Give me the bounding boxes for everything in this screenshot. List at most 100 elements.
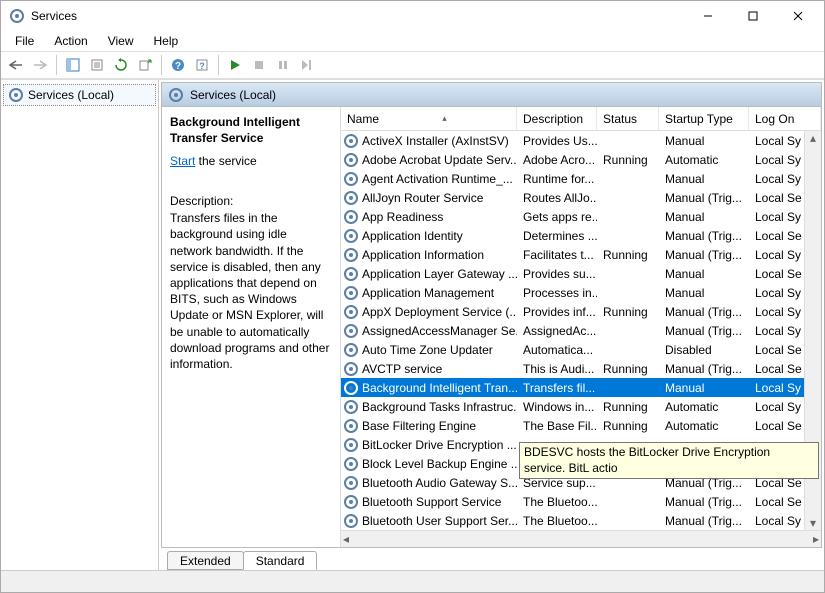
gear-icon — [343, 323, 359, 339]
table-row[interactable]: Application Layer Gateway ...Provides su… — [341, 264, 821, 283]
menu-view[interactable]: View — [98, 32, 144, 50]
cell-status: Running — [597, 400, 659, 414]
cell-description: Transfers fil... — [517, 381, 597, 395]
minimize-button[interactable] — [685, 2, 730, 31]
menu-action[interactable]: Action — [44, 32, 97, 50]
gear-icon — [343, 266, 359, 282]
cell-name: Application Layer Gateway ... — [362, 267, 517, 281]
cell-startup: Manual — [659, 381, 749, 395]
show-hide-tree-button[interactable] — [62, 54, 84, 76]
pause-service-button[interactable] — [272, 54, 294, 76]
gear-icon — [343, 152, 359, 168]
separator — [161, 55, 162, 75]
table-row[interactable]: Application ManagementProcesses in...Man… — [341, 283, 821, 302]
cell-name: Background Intelligent Tran... — [362, 381, 517, 395]
export-list-button[interactable] — [134, 54, 156, 76]
panel-body: Background Intelligent Transfer Service … — [162, 107, 821, 547]
table-row[interactable]: Application InformationFacilitates t...R… — [341, 245, 821, 264]
gear-icon — [343, 456, 359, 472]
cell-description: Provides Us... — [517, 134, 597, 148]
help-topic-button[interactable]: ? — [191, 54, 213, 76]
gear-icon — [343, 437, 359, 453]
cell-description: The Bluetoo... — [517, 495, 597, 509]
maximize-button[interactable] — [730, 2, 775, 31]
column-header-description[interactable]: Description — [517, 107, 597, 130]
refresh-button[interactable] — [110, 54, 132, 76]
table-row[interactable]: Agent Activation Runtime_...Runtime for.… — [341, 169, 821, 188]
table-row[interactable]: Bluetooth User Support Ser...The Bluetoo… — [341, 511, 821, 530]
table-row[interactable]: Auto Time Zone UpdaterAutomatica...Disab… — [341, 340, 821, 359]
cell-description: Determines ... — [517, 229, 597, 243]
table-row[interactable]: App ReadinessGets apps re...ManualLocal … — [341, 207, 821, 226]
start-service-button[interactable] — [224, 54, 246, 76]
window-title: Services — [25, 9, 685, 23]
cell-startup: Manual — [659, 210, 749, 224]
horizontal-scrollbar[interactable]: ◂▸ — [341, 530, 821, 547]
statusbar — [1, 570, 824, 592]
svg-text:?: ? — [175, 61, 181, 72]
menu-help[interactable]: Help — [144, 32, 189, 50]
cell-status: Running — [597, 362, 659, 376]
table-row[interactable]: Background Intelligent Tran...Transfers … — [341, 378, 821, 397]
table-row[interactable]: Application IdentityDetermines ...Manual… — [341, 226, 821, 245]
table-row[interactable]: ActiveX Installer (AxInstSV) Provides Us.… — [341, 131, 821, 150]
scroll-right-icon: ▸ — [813, 532, 819, 546]
tooltip: BDESVC hosts the BitLocker Drive Encrypt… — [519, 442, 819, 479]
cell-description: Facilitates t... — [517, 248, 597, 262]
cell-description: Processes in... — [517, 286, 597, 300]
cell-name: ActiveX Installer (AxInstSV) — [362, 134, 509, 148]
scroll-left-icon: ◂ — [343, 532, 349, 546]
gear-icon — [8, 87, 24, 103]
column-header-startup[interactable]: Startup Type — [659, 107, 749, 130]
cell-description: The Base Fil... — [517, 419, 597, 433]
column-header-name[interactable]: Name▴ — [341, 107, 517, 130]
gear-icon — [343, 247, 359, 263]
close-button[interactable] — [775, 2, 820, 31]
stop-service-button[interactable] — [248, 54, 270, 76]
tree-root-item[interactable]: Services (Local) — [3, 84, 156, 106]
cell-status: Running — [597, 419, 659, 433]
back-button[interactable] — [5, 54, 27, 76]
start-service-link[interactable]: Start — [170, 154, 195, 168]
table-row[interactable]: AppX Deployment Service (...Provides inf… — [341, 302, 821, 321]
table-row[interactable]: Base Filtering EngineThe Base Fil...Runn… — [341, 416, 821, 435]
help-button[interactable]: ? — [167, 54, 189, 76]
cell-name: Application Information — [362, 248, 484, 262]
properties-button[interactable] — [86, 54, 108, 76]
body: Services (Local) Services (Local) Backgr… — [1, 79, 824, 570]
tab-extended[interactable]: Extended — [167, 551, 244, 570]
cell-startup: Manual — [659, 267, 749, 281]
table-row[interactable]: AllJoyn Router ServiceRoutes AllJo...Man… — [341, 188, 821, 207]
table-row[interactable]: Adobe Acrobat Update Serv...Adobe Acro..… — [341, 150, 821, 169]
restart-service-button[interactable] — [296, 54, 318, 76]
cell-name: Block Level Backup Engine ... — [362, 457, 517, 471]
gear-icon — [343, 475, 359, 491]
forward-button[interactable] — [29, 54, 51, 76]
gear-icon — [343, 304, 359, 320]
description-label: Description: — [170, 194, 330, 208]
gear-icon — [343, 133, 359, 149]
selected-service-title: Background Intelligent Transfer Service — [170, 115, 330, 146]
gear-icon — [343, 285, 359, 301]
table-row[interactable]: AssignedAccessManager Se...AssignedAc...… — [341, 321, 821, 340]
cell-description: Provides su... — [517, 267, 597, 281]
tree-root-label: Services (Local) — [28, 88, 114, 102]
cell-startup: Manual — [659, 172, 749, 186]
cell-description: Runtime for... — [517, 172, 597, 186]
gear-icon — [343, 228, 359, 244]
menu-file[interactable]: File — [5, 32, 44, 50]
column-header-logon[interactable]: Log On — [749, 107, 821, 130]
table-row[interactable]: Background Tasks Infrastruc...Windows in… — [341, 397, 821, 416]
cell-name: AssignedAccessManager Se... — [362, 324, 517, 338]
table-row[interactable]: Bluetooth Support ServiceThe Bluetoo...M… — [341, 492, 821, 511]
column-header-status[interactable]: Status — [597, 107, 659, 130]
cell-name: Bluetooth Support Service — [362, 495, 501, 509]
separator — [218, 55, 219, 75]
cell-name: Application Management — [362, 286, 494, 300]
gear-icon — [343, 380, 359, 396]
cell-description: Routes AllJo... — [517, 191, 597, 205]
tab-standard[interactable]: Standard — [243, 551, 318, 570]
table-row[interactable]: AVCTP serviceThis is Audi...RunningManua… — [341, 359, 821, 378]
detail-pane: Background Intelligent Transfer Service … — [162, 107, 340, 547]
tree-pane: Services (Local) — [1, 80, 159, 570]
